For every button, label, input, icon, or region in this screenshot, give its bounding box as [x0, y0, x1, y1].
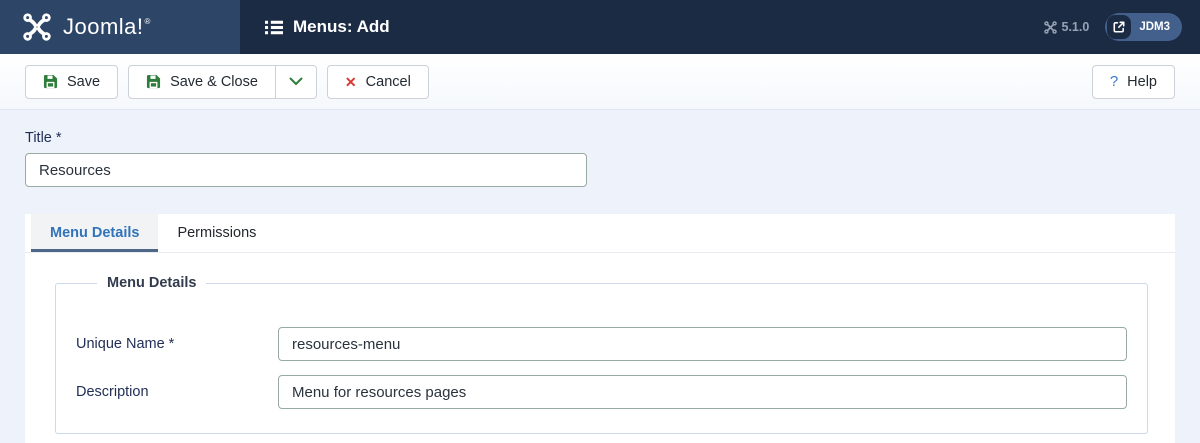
cancel-button[interactable]: ✕ Cancel — [327, 65, 429, 99]
page-heading: Menus: Add — [265, 17, 390, 37]
menu-details-fieldset: Menu Details Unique Name * Description — [55, 275, 1148, 434]
title-bar: Menus: Add — [240, 0, 1200, 54]
save-label: Save — [67, 74, 100, 90]
save-icon — [146, 74, 161, 89]
description-row: Description — [76, 375, 1127, 409]
question-icon: ? — [1110, 74, 1118, 89]
fieldset-legend: Menu Details — [97, 275, 206, 291]
tab-bar: Menu Details Permissions — [25, 214, 1175, 253]
save-options-dropdown-button[interactable] — [275, 65, 317, 99]
save-button[interactable]: Save — [25, 65, 118, 99]
close-icon: ✕ — [345, 75, 357, 89]
title-input[interactable] — [25, 153, 587, 187]
chevron-down-icon — [289, 77, 303, 86]
page-content: Title * Menu Details Permissions Menu De… — [0, 110, 1200, 443]
description-input[interactable] — [278, 375, 1127, 409]
tab-content: Menu Details Unique Name * Description — [25, 253, 1175, 443]
unique-name-input[interactable] — [278, 327, 1127, 361]
toolbar: Save Save & Close ✕ Cancel — [0, 54, 1200, 110]
help-button[interactable]: ? Help — [1092, 65, 1175, 99]
joomla-version: 5.1.0 — [1044, 20, 1090, 34]
app-header: Joomla!® Menus: Add — [0, 0, 1200, 54]
registered-mark: ® — [145, 17, 151, 26]
menu-details-panel: Menu Details Permissions Menu Details Un… — [25, 214, 1175, 443]
help-label: Help — [1127, 74, 1157, 90]
version-text: 5.1.0 — [1062, 20, 1090, 34]
badge-label: JDM3 — [1139, 21, 1170, 33]
title-field-label: Title * — [25, 130, 1175, 146]
joomla-version-icon — [1044, 21, 1057, 34]
menu-list-icon — [265, 20, 283, 35]
save-and-close-button[interactable]: Save & Close — [128, 65, 276, 99]
joomla-logo-icon — [22, 12, 52, 42]
external-link-icon — [1107, 15, 1131, 39]
page-title: Menus: Add — [293, 17, 390, 37]
unique-name-row: Unique Name * — [76, 327, 1127, 361]
unique-name-label: Unique Name * — [76, 336, 278, 352]
save-close-label: Save & Close — [170, 74, 258, 90]
tab-menu-details[interactable]: Menu Details — [31, 214, 158, 252]
user-menu-badge[interactable]: JDM3 — [1105, 13, 1182, 41]
save-close-split-button: Save & Close — [128, 65, 317, 99]
save-icon — [43, 74, 58, 89]
joomla-logo[interactable]: Joomla!® — [0, 0, 240, 54]
logo-text: Joomla!® — [63, 14, 151, 40]
cancel-label: Cancel — [366, 74, 411, 90]
description-label: Description — [76, 384, 278, 400]
tab-permissions[interactable]: Permissions — [158, 214, 275, 252]
